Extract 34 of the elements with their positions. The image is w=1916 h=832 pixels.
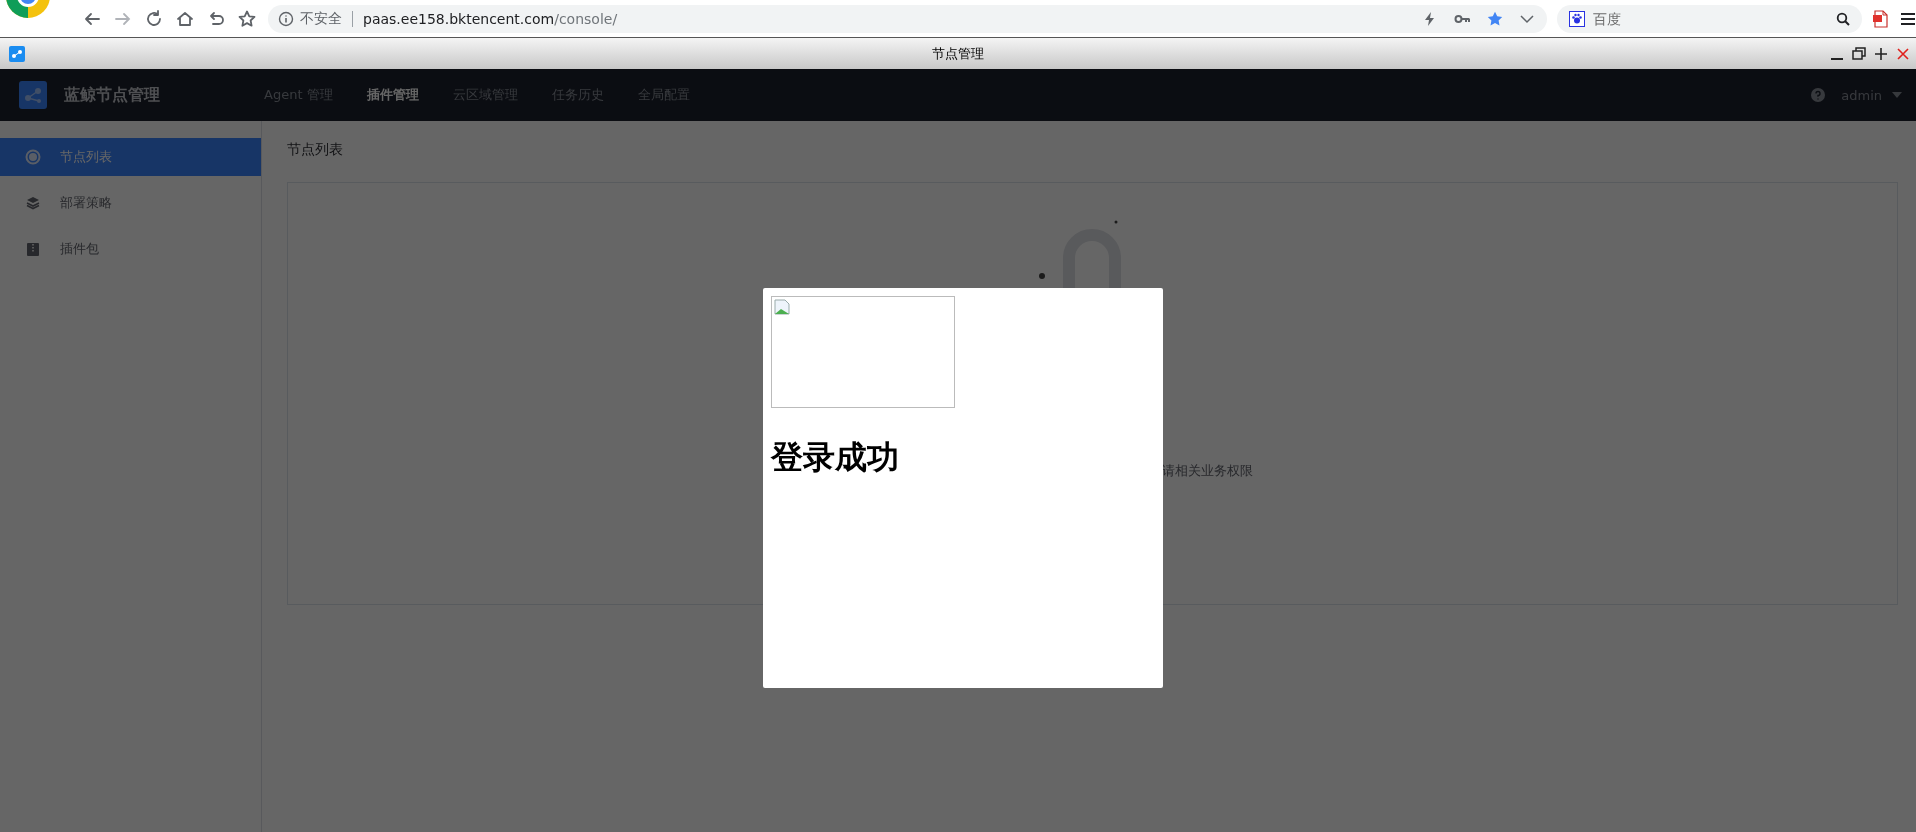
pdf-icon[interactable] [1872, 9, 1888, 28]
plus-icon[interactable] [1874, 46, 1888, 61]
home-icon[interactable] [176, 9, 194, 28]
browser-logo-icon[interactable] [4, 0, 52, 19]
search-field[interactable]: 百度 [1557, 4, 1862, 33]
bookmark-star-icon[interactable] [238, 9, 256, 28]
circle-icon [25, 149, 41, 165]
search-input[interactable]: 百度 [1591, 9, 1836, 28]
star-icon[interactable] [1487, 10, 1504, 27]
package-icon [26, 241, 40, 257]
search-icon[interactable] [1836, 11, 1850, 26]
security-label[interactable]: 不安全 [300, 9, 342, 28]
app-icon [9, 45, 25, 62]
logo-icon [19, 81, 47, 109]
dialog-heading: 登录成功 [771, 437, 899, 478]
layers-icon [26, 196, 40, 210]
info-icon[interactable] [278, 10, 294, 27]
undo-icon[interactable] [207, 9, 225, 28]
app-name: 蓝鲸节点管理 [64, 84, 161, 106]
window-title: 节点管理 [932, 45, 984, 61]
empty-message: 请相关业务权限 [1162, 462, 1254, 480]
menu-icon[interactable] [1900, 10, 1916, 27]
sidebar-item[interactable]: 部署策略 [0, 184, 261, 222]
caret-down-icon [1892, 92, 1902, 98]
breadcrumb: 节点列表 [287, 141, 344, 159]
sidebar-item[interactable]: 插件包 [0, 230, 261, 268]
url-text[interactable]: paas.ee158.bktencent.com/console/ [363, 10, 618, 27]
broken-image-icon [774, 299, 790, 315]
restore-icon[interactable] [1852, 46, 1866, 61]
close-icon[interactable] [1896, 46, 1910, 61]
reload-icon[interactable] [145, 9, 163, 28]
nav-tab[interactable]: 插件管理 [349, 69, 436, 121]
paw-icon[interactable] [1569, 10, 1586, 27]
sidebar-item[interactable]: 节点列表 [0, 138, 261, 176]
